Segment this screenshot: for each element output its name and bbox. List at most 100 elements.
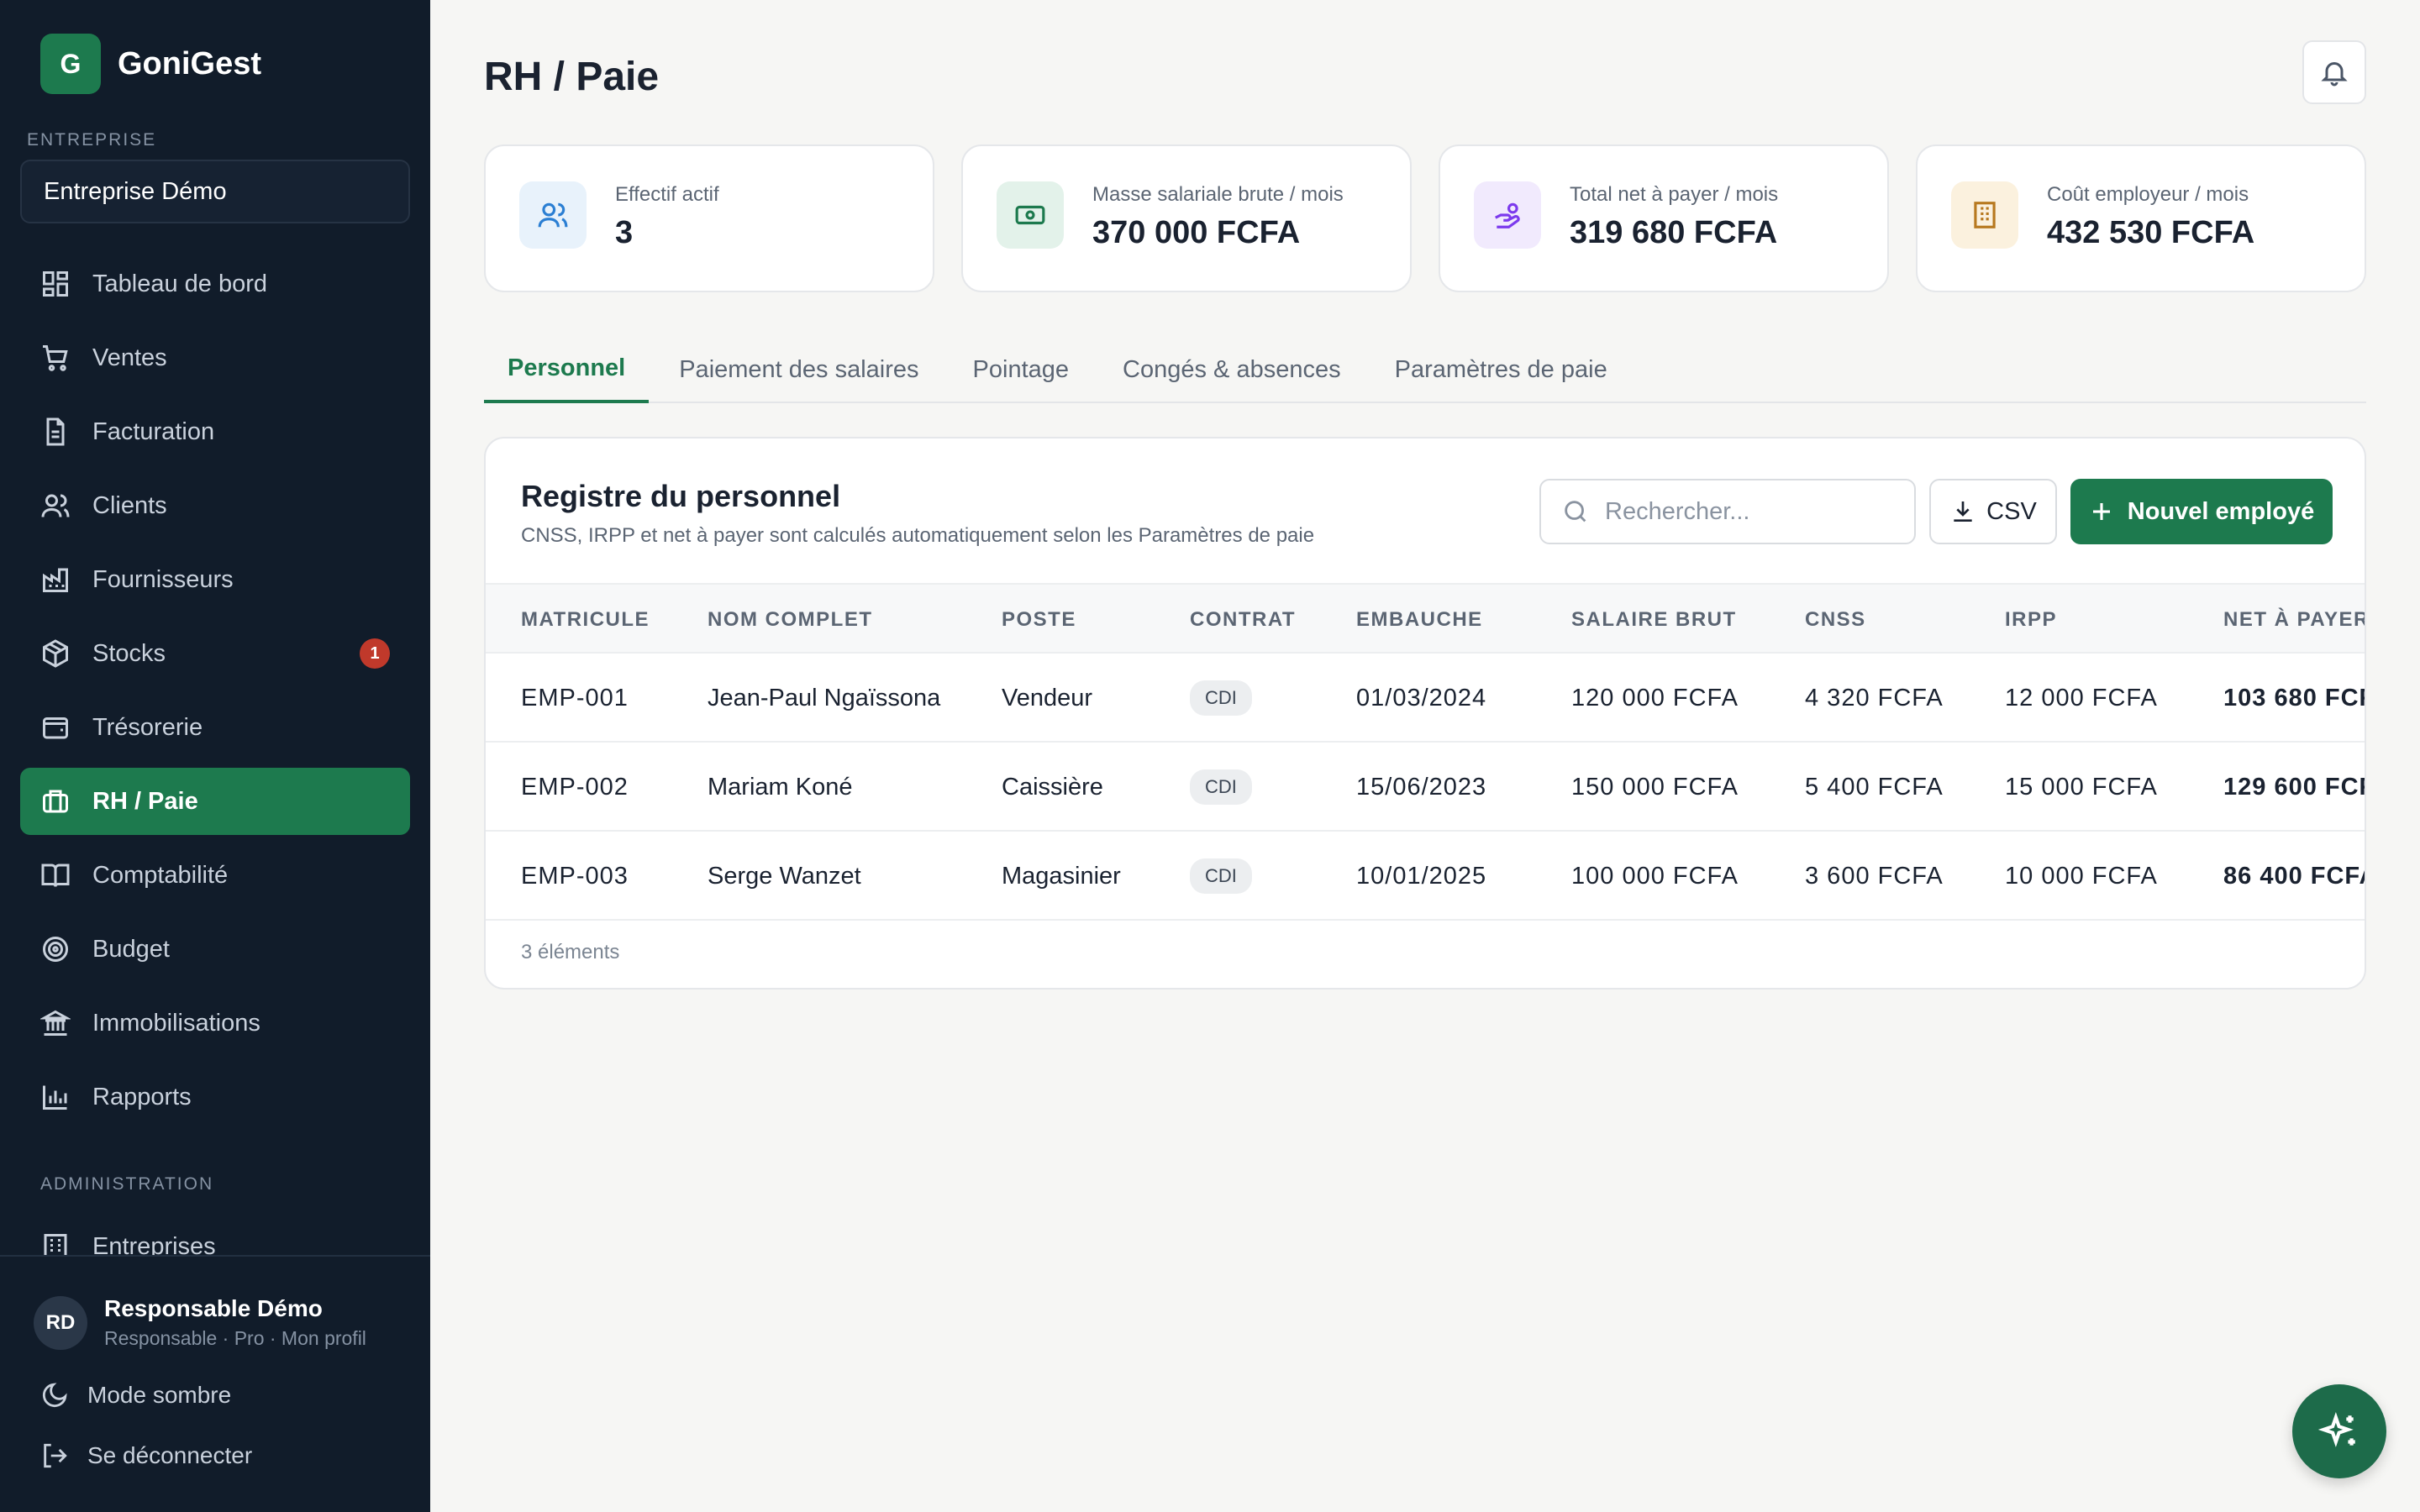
dark-mode-toggle[interactable]: Mode sombre	[40, 1381, 231, 1410]
kpi-card-cout-employeur: Coût employeur / mois 432 530 FCFA	[1916, 144, 2366, 292]
sidebar-item-comptabilite[interactable]: Comptabilité	[20, 842, 410, 909]
card-subtitle: CNSS, IRPP et net à payer sont calculés …	[521, 524, 1315, 547]
cell-contrat: CDI	[1190, 832, 1252, 921]
tab-bar: Personnel Paiement des salaires Pointage…	[484, 336, 2366, 403]
cell-irpp: 15 000 FCFA	[2005, 773, 2158, 801]
column-header[interactable]: IRPP	[2005, 585, 2057, 655]
personnel-register-card: Registre du personnel CNSS, IRPP et net …	[484, 437, 2366, 990]
cell-poste: Caissière	[1002, 773, 1103, 801]
contract-badge: CDI	[1190, 680, 1252, 716]
column-header[interactable]: EMBAUCHE	[1356, 585, 1483, 655]
tab-personnel[interactable]: Personnel	[484, 336, 650, 403]
search-icon	[1565, 501, 1586, 522]
kpi-value: 370 000 FCFA	[1092, 215, 1301, 250]
kpi-card-masse-salariale: Masse salariale brute / mois 370 000 FCF…	[961, 144, 1412, 292]
kpi-card-effectif: Effectif actif 3	[484, 144, 934, 292]
user-profile[interactable]: RD Responsable Démo Responsable · Pro · …	[34, 1295, 366, 1350]
table-row[interactable]: EMP-001 Jean-Paul Ngaïssona Vendeur CDI …	[486, 654, 2365, 743]
user-info: Responsable Démo Responsable · Pro · Mon…	[104, 1295, 366, 1350]
sidebar-item-stocks[interactable]: Stocks 1	[20, 620, 410, 687]
column-header[interactable]: NOM COMPLET	[708, 585, 873, 655]
notifications-button[interactable]	[2302, 40, 2366, 104]
brand[interactable]: G GoniGest	[40, 34, 261, 94]
sidebar-item-label: Comptabilité	[92, 861, 229, 889]
sidebar-item-label: Stocks	[92, 639, 166, 667]
table-header: MATRICULE NOM COMPLET POSTE CONTRAT EMBA…	[486, 583, 2365, 655]
cell-poste: Vendeur	[1002, 684, 1093, 711]
new-employee-button[interactable]: Nouvel employé	[2070, 479, 2333, 544]
column-header[interactable]: NET À PAYER	[2223, 585, 2365, 655]
page-title: RH / Paie	[484, 55, 660, 99]
user-name: Responsable Démo	[104, 1295, 323, 1321]
cell-nom: Mariam Koné	[708, 773, 853, 801]
bell-icon	[2321, 62, 2348, 87]
tab-parametres-paie[interactable]: Paramètres de paie	[1371, 336, 1631, 403]
sidebar-item-label: Trésorerie	[92, 713, 203, 741]
cell-salaire-brut: 120 000 FCFA	[1571, 684, 1739, 711]
sidebar-item-tresorerie[interactable]: Trésorerie	[20, 694, 410, 761]
sidebar-item-label: Ventes	[92, 344, 167, 371]
table-row[interactable]: EMP-002 Mariam Koné Caissière CDI 15/06/…	[486, 743, 2365, 832]
user-subtitle: Responsable · Pro · Mon profil	[104, 1327, 366, 1349]
export-csv-button[interactable]: CSV	[1929, 479, 2057, 544]
sidebar-item-tableau-de-bord[interactable]: Tableau de bord	[20, 250, 410, 318]
cell-net-a-payer: 103 680 FCFA	[2223, 684, 2365, 711]
cell-salaire-brut: 150 000 FCFA	[1571, 773, 1739, 801]
logout-label: Se déconnecter	[87, 1442, 253, 1468]
ai-assistant-button[interactable]	[2292, 1384, 2386, 1478]
cell-irpp: 12 000 FCFA	[2005, 684, 2158, 711]
plus-icon	[2092, 503, 2110, 520]
sidebar-item-label: RH / Paie	[92, 787, 198, 815]
kpi-card-total-net: Total net à payer / mois 319 680 FCFA	[1439, 144, 1889, 292]
kpi-label: Coût employeur / mois	[2047, 183, 2249, 206]
kpi-label: Effectif actif	[615, 183, 719, 206]
briefcase-icon	[43, 790, 68, 813]
sidebar-item-label: Tableau de bord	[92, 270, 267, 297]
tab-conges-absences[interactable]: Congés & absences	[1099, 336, 1365, 403]
column-header[interactable]: SALAIRE BRUT	[1571, 585, 1737, 655]
table-row[interactable]: EMP-003 Serge Wanzet Magasinier CDI 10/0…	[486, 832, 2365, 921]
cell-salaire-brut: 100 000 FCFA	[1571, 862, 1739, 890]
moon-icon	[42, 1383, 67, 1408]
column-header[interactable]: CNSS	[1805, 585, 1866, 655]
sidebar-footer: RD Responsable Démo Responsable · Pro · …	[0, 1255, 430, 1512]
sidebar-item-label: Rapports	[92, 1083, 192, 1110]
factory-icon	[43, 568, 68, 592]
sidebar-item-immobilisations[interactable]: Immobilisations	[20, 990, 410, 1057]
column-header[interactable]: CONTRAT	[1190, 585, 1296, 655]
sparkles-icon	[2318, 1411, 2355, 1447]
tab-paiement-salaires[interactable]: Paiement des salaires	[655, 336, 942, 403]
sidebar-item-rh-paie[interactable]: RH / Paie	[20, 768, 410, 835]
cell-poste: Magasinier	[1002, 862, 1121, 890]
sidebar-item-label: Immobilisations	[92, 1009, 260, 1037]
sidebar-item-entreprises[interactable]: Entreprises	[20, 1213, 410, 1255]
sidebar-item-budget[interactable]: Budget	[20, 916, 410, 983]
kpi-label: Masse salariale brute / mois	[1092, 183, 1344, 206]
sidebar-item-rapports[interactable]: Rapports	[20, 1063, 410, 1131]
tab-pointage[interactable]: Pointage	[950, 336, 1093, 403]
kpi-value: 3	[615, 215, 634, 250]
search-field[interactable]	[1539, 479, 1916, 544]
sidebar-item-clients[interactable]: Clients	[20, 472, 410, 539]
brand-name: GoniGest	[118, 45, 262, 81]
logout-button[interactable]: Se déconnecter	[40, 1441, 252, 1470]
column-header[interactable]: MATRICULE	[521, 585, 650, 655]
kpi-label: Total net à payer / mois	[1570, 183, 1779, 206]
kpi-value: 319 680 FCFA	[1570, 215, 1778, 250]
sidebar-item-fournisseurs[interactable]: Fournisseurs	[20, 546, 410, 613]
sidebar-item-label: Entreprises	[92, 1232, 216, 1256]
search-input[interactable]	[1605, 497, 1891, 526]
sidebar-item-facturation[interactable]: Facturation	[20, 398, 410, 465]
target-icon	[43, 937, 68, 962]
hand-coins-icon	[1495, 202, 1520, 228]
sidebar: G GoniGest ENTREPRISE Entreprise Démo Ta…	[0, 0, 430, 1512]
bank-icon	[40, 1010, 71, 1036]
column-header[interactable]: POSTE	[1002, 585, 1076, 655]
company-select[interactable]: Entreprise Démo	[20, 160, 410, 223]
download-icon	[1954, 501, 1972, 522]
users-icon	[41, 494, 70, 517]
kpi-value: 432 530 FCFA	[2047, 215, 2255, 250]
cell-embauche: 01/03/2024	[1356, 684, 1487, 711]
sidebar-item-ventes[interactable]: Ventes	[20, 324, 410, 391]
row-count: 3 éléments	[521, 941, 620, 963]
